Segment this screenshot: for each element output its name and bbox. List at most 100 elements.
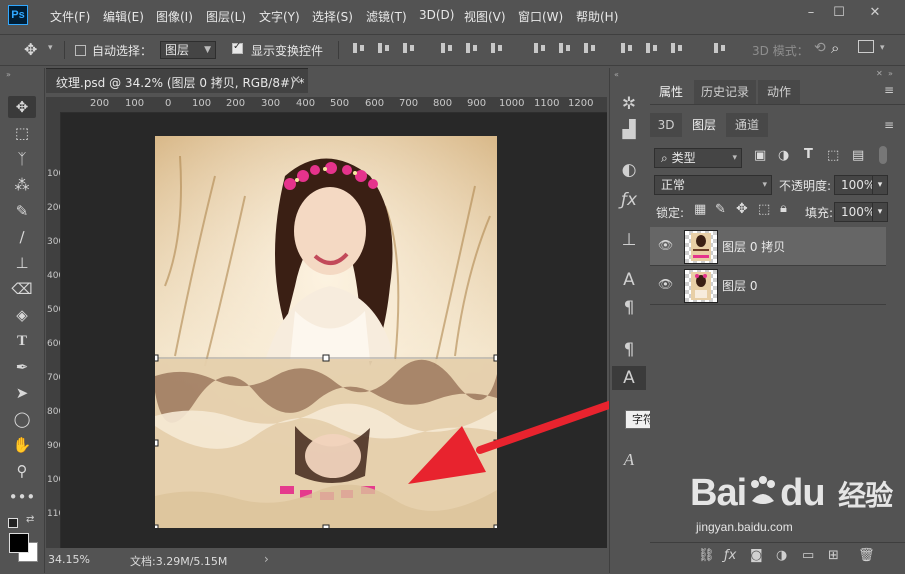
eye-icon[interactable]: 👁︎ xyxy=(658,277,673,291)
blend-mode-dropdown[interactable]: 正常 ▾ xyxy=(654,175,772,195)
align-left-icon[interactable] xyxy=(440,41,454,55)
layer-style-icon[interactable]: ƒx xyxy=(724,548,736,563)
panel-menu-icon[interactable]: ≡ xyxy=(884,83,894,97)
align-bottom-icon[interactable] xyxy=(402,41,416,55)
align-vcenter-icon[interactable] xyxy=(377,41,391,55)
lock-all-icon[interactable]: 🔒︎ xyxy=(780,201,787,216)
menu-edit[interactable]: 编辑(E) xyxy=(103,8,144,25)
character-icon[interactable]: A xyxy=(612,268,646,292)
default-colors-icon[interactable] xyxy=(8,518,18,528)
paragraph-styles-icon[interactable]: ¶ xyxy=(612,338,646,362)
menu-filter[interactable]: 滤镜(T) xyxy=(366,8,407,25)
tab-layers[interactable]: 图层 xyxy=(684,113,724,137)
search-icon[interactable]: ⌕ xyxy=(831,39,839,57)
styles-fx-icon[interactable]: ƒx xyxy=(612,188,646,212)
align-right-icon[interactable] xyxy=(490,41,504,55)
vertical-ruler[interactable]: 100 200 300 400 500 600 700 800 900 1000… xyxy=(46,112,61,548)
auto-select-target-dropdown[interactable]: 图层 ▼ xyxy=(160,41,216,59)
trash-icon[interactable]: 🗑︎ xyxy=(858,548,875,563)
pen-tool-icon[interactable]: ✒ xyxy=(8,356,36,378)
brush-tool-icon[interactable]: ∕ xyxy=(8,226,36,248)
layer-name[interactable]: 图层 0 xyxy=(722,277,757,294)
tab-properties[interactable]: 属性 xyxy=(650,80,692,104)
lock-transparent-icon[interactable]: ▦ xyxy=(694,202,706,217)
filter-type-icon[interactable]: T xyxy=(804,147,813,162)
clone-source-icon[interactable]: ⊥ xyxy=(612,228,646,252)
menu-image[interactable]: 图像(I) xyxy=(156,8,193,25)
collapse-icon[interactable]: » xyxy=(888,69,893,78)
distribute-top-icon[interactable] xyxy=(533,41,547,55)
layer-row[interactable]: 👁︎ 图层 0 xyxy=(650,266,886,305)
workspace-icon[interactable] xyxy=(858,40,874,53)
eye-icon[interactable]: 👁︎ xyxy=(658,238,673,252)
swap-colors-icon[interactable]: ⇄ xyxy=(26,514,34,525)
hand-tool-icon[interactable]: ✋ xyxy=(8,434,36,456)
histogram-icon[interactable]: ▟ xyxy=(612,118,646,142)
more-tools-icon[interactable]: ••• xyxy=(8,486,36,508)
eyedropper-icon[interactable]: ✎ xyxy=(8,200,36,222)
distribute-hcenter-icon[interactable] xyxy=(645,41,659,55)
stamp-tool-icon[interactable]: ⊥ xyxy=(8,252,36,274)
filter-toggle[interactable] xyxy=(879,146,887,164)
adjustment-layer-icon[interactable]: ◑ xyxy=(776,548,787,563)
horizontal-ruler[interactable]: 200 100 0 100 200 300 400 500 600 700 80… xyxy=(60,97,607,113)
align-hcenter-icon[interactable] xyxy=(465,41,479,55)
tab-3d[interactable]: 3D xyxy=(650,113,682,137)
opacity-slider-toggle[interactable]: ▾ xyxy=(872,175,888,195)
panel-menu-icon[interactable]: ≡ xyxy=(884,118,894,132)
menu-3d[interactable]: 3D(D) xyxy=(419,8,454,22)
chevron-down-icon[interactable]: ▾ xyxy=(48,43,53,53)
tab-history[interactable]: 历史记录 xyxy=(694,80,756,104)
lock-paint-icon[interactable]: ✎ xyxy=(715,202,726,217)
layer-filter-dropdown[interactable]: ⌕ 类型 ▾ xyxy=(654,148,742,168)
link-layers-icon[interactable]: ⛓ xyxy=(698,548,715,563)
menu-window[interactable]: 窗口(W) xyxy=(518,8,563,25)
magic-wand-icon[interactable]: ⁂ xyxy=(8,174,36,196)
adjustments-icon[interactable]: ◐ xyxy=(612,158,646,182)
minimize-icon[interactable]: – xyxy=(804,6,818,20)
paragraph-icon[interactable]: ¶ xyxy=(612,296,646,320)
auto-align-icon[interactable] xyxy=(713,41,727,55)
layer-name[interactable]: 图层 0 拷贝 xyxy=(722,238,785,255)
filter-smart-object-icon[interactable]: ▤ xyxy=(852,148,864,163)
collapse-icon[interactable]: » xyxy=(6,70,11,79)
move-tool-icon[interactable]: ✥ xyxy=(8,96,36,118)
rotate-3d-icon[interactable]: ⟲ xyxy=(814,40,826,56)
distribute-right-icon[interactable] xyxy=(670,41,684,55)
layer-row-selected[interactable]: 👁︎ 图层 0 拷贝 xyxy=(650,227,886,266)
align-top-icon[interactable] xyxy=(352,41,366,55)
close-icon[interactable]: ✕ xyxy=(868,6,882,20)
tab-channels[interactable]: 通道 xyxy=(726,113,768,137)
document-tab[interactable]: 纹理.psd @ 34.2% (图层 0 拷贝, RGB/8#) * ✕ xyxy=(46,68,308,93)
fill-slider-toggle[interactable]: ▾ xyxy=(872,202,888,222)
distribute-left-icon[interactable] xyxy=(620,41,634,55)
move-tool-icon[interactable]: ✥ xyxy=(24,40,37,59)
navigator-icon[interactable]: ✲ xyxy=(612,92,646,116)
menu-file[interactable]: 文件(F) xyxy=(50,8,90,25)
menu-select[interactable]: 选择(S) xyxy=(312,8,353,25)
filter-pixel-icon[interactable]: ▣ xyxy=(754,148,766,163)
ellipse-tool-icon[interactable]: ◯ xyxy=(8,408,36,430)
filter-shape-icon[interactable]: ⬚ xyxy=(827,148,839,163)
menu-help[interactable]: 帮助(H) xyxy=(576,8,618,25)
type-tool-icon[interactable]: T xyxy=(8,330,36,352)
glyphs-icon[interactable]: A xyxy=(612,448,646,472)
path-select-icon[interactable]: ➤ xyxy=(8,382,36,404)
zoom-level[interactable]: 34.15% xyxy=(48,553,90,566)
menu-type[interactable]: 文字(Y) xyxy=(259,8,300,25)
paint-bucket-icon[interactable]: ◈ xyxy=(8,304,36,326)
chevron-right-icon[interactable]: › xyxy=(264,552,269,566)
new-layer-icon[interactable]: ⊞ xyxy=(828,548,839,563)
character-styles-icon[interactable]: A xyxy=(612,366,646,390)
lock-artboard-icon[interactable]: ⬚ xyxy=(758,202,770,217)
distribute-vcenter-icon[interactable] xyxy=(558,41,572,55)
distribute-bottom-icon[interactable] xyxy=(583,41,597,55)
marquee-tool-icon[interactable]: ⬚ xyxy=(8,122,36,144)
lasso-tool-icon[interactable]: ᛉ xyxy=(8,148,36,170)
show-transform-checkbox[interactable] xyxy=(232,41,243,54)
close-icon[interactable]: ✕ xyxy=(876,69,883,78)
lock-position-icon[interactable]: ✥ xyxy=(736,201,748,217)
menu-view[interactable]: 视图(V) xyxy=(464,8,506,25)
auto-select-checkbox[interactable] xyxy=(75,45,86,56)
layer-mask-icon[interactable]: ◙ xyxy=(750,548,763,563)
